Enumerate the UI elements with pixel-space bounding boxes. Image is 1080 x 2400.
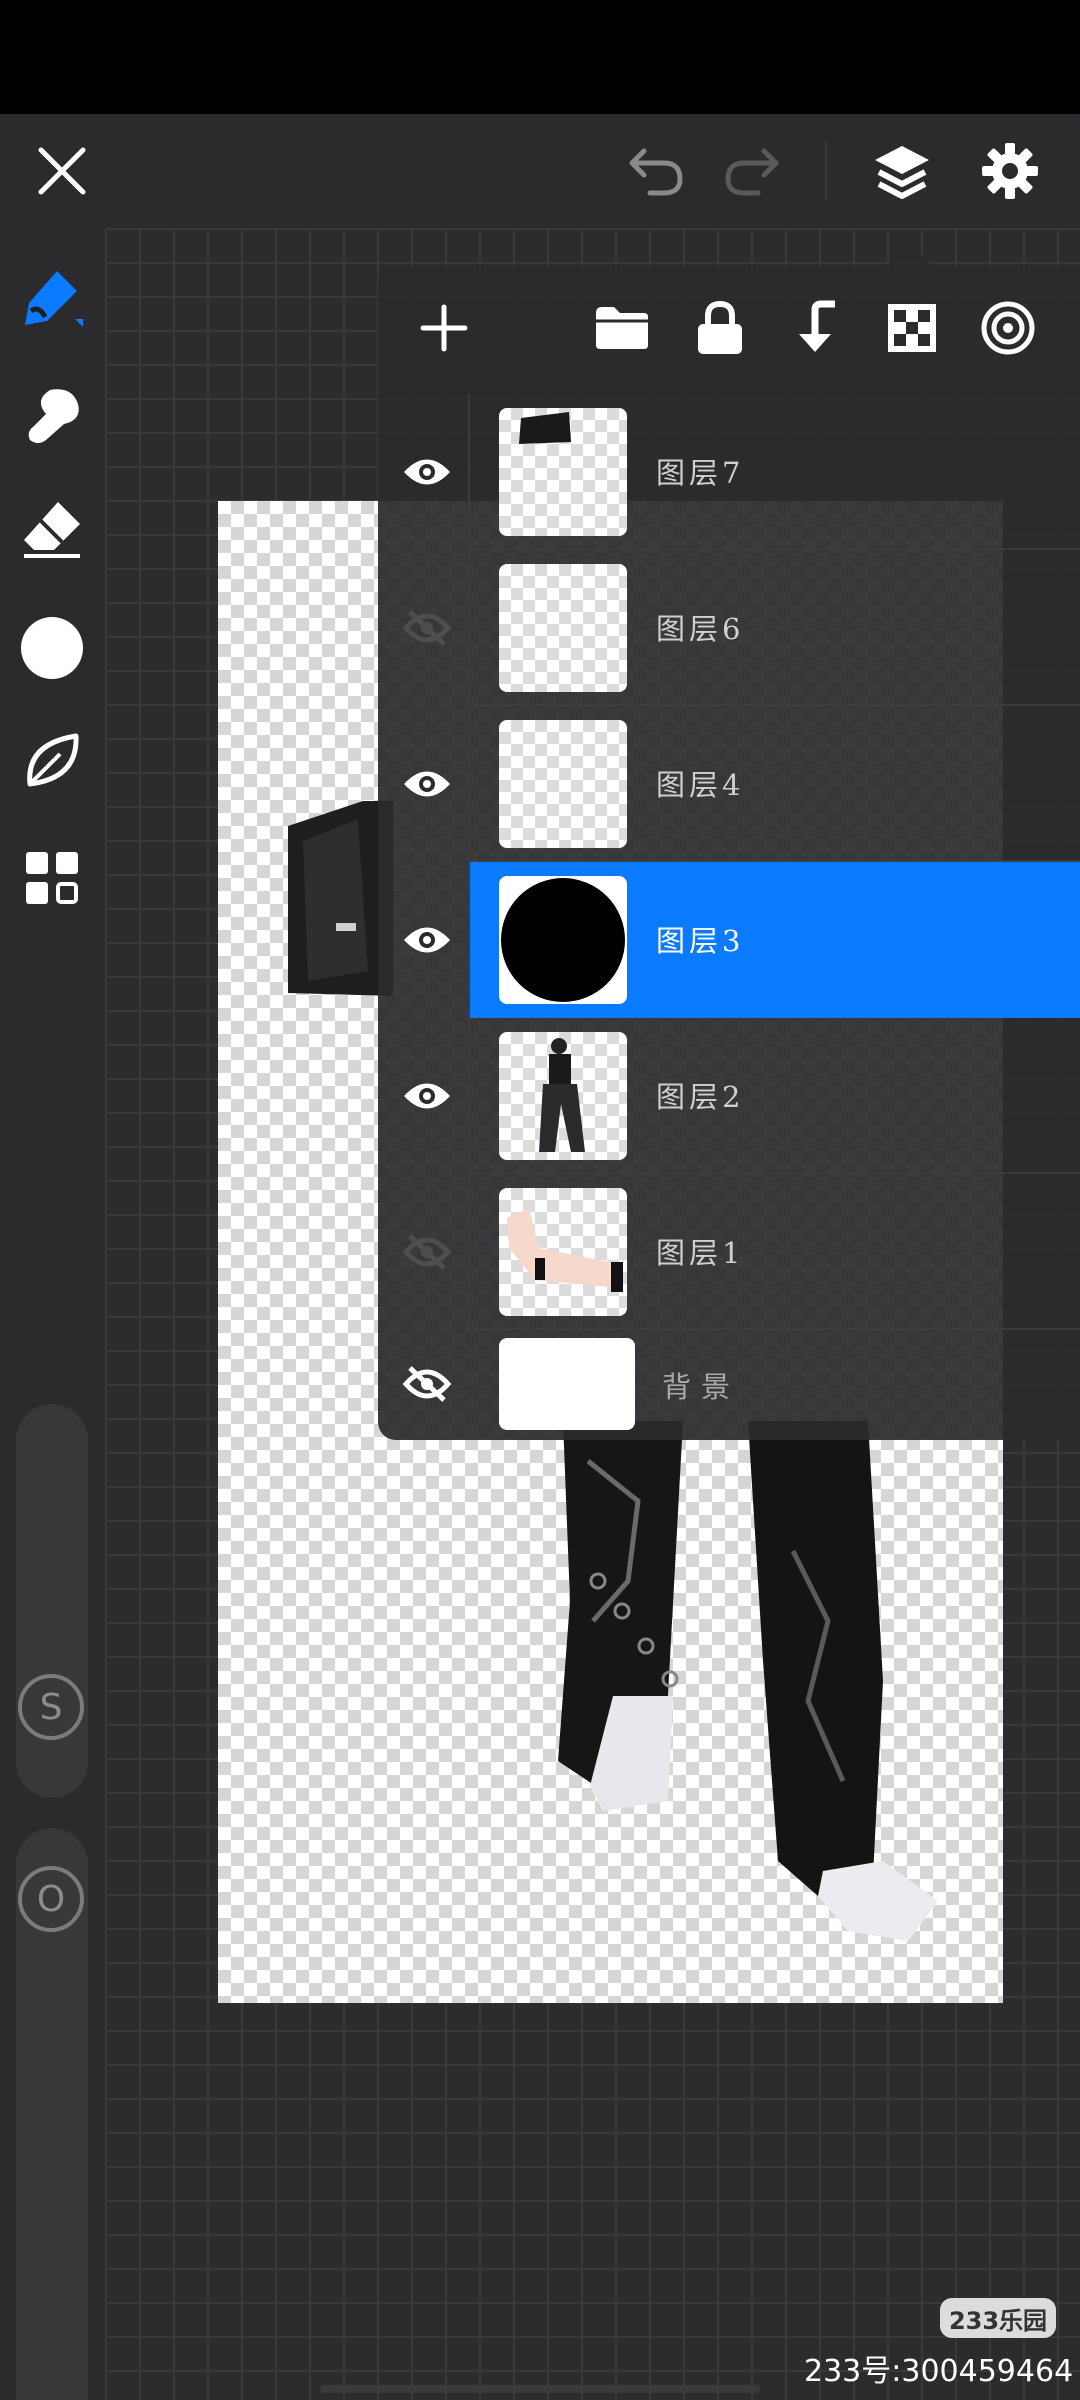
- close-icon[interactable]: [30, 139, 94, 203]
- eraser-icon[interactable]: [14, 490, 90, 566]
- layer-visibility-cell: [378, 862, 470, 1018]
- layer-row-selected[interactable]: 图层3: [378, 862, 1080, 1018]
- toolbar-divider: [825, 142, 827, 200]
- layer-name: 图层7: [656, 456, 745, 490]
- eye-icon[interactable]: [391, 908, 463, 972]
- layer-row-background[interactable]: 背景: [378, 1330, 1080, 1440]
- left-toolbar: S O: [0, 228, 105, 2400]
- layer-thumbnail: [499, 564, 627, 692]
- leaf-icon[interactable]: [14, 722, 90, 798]
- eye-hidden-icon[interactable]: [391, 1220, 463, 1284]
- undo-icon[interactable]: [624, 139, 688, 203]
- folder-icon[interactable]: [590, 296, 654, 360]
- merge-down-icon[interactable]: [784, 296, 848, 360]
- layer-name: 图层3: [656, 924, 745, 958]
- layer-visibility-cell: [378, 394, 470, 550]
- layer-thumbnail: [499, 1188, 627, 1316]
- alpha-lock-icon[interactable]: [880, 296, 944, 360]
- grid-icon[interactable]: [14, 840, 90, 916]
- opacity-slider-badge: O: [18, 1866, 84, 1932]
- home-indicator: [320, 2385, 760, 2393]
- layer-thumbnail: [499, 1032, 627, 1160]
- layer-visibility-cell: [378, 1018, 470, 1174]
- layer-name: 图层2: [656, 1080, 745, 1114]
- layer-name: 图层6: [656, 612, 745, 646]
- layer-row[interactable]: 图层1: [378, 1174, 1080, 1330]
- layer-name: 图层1: [656, 1236, 745, 1270]
- layer-row[interactable]: 图层4: [378, 706, 1080, 862]
- layer-row[interactable]: 图层2: [378, 1018, 1080, 1174]
- layer-name: 图层4: [656, 768, 745, 802]
- watermark-logo: 233乐园: [940, 2298, 1056, 2338]
- smudge-icon[interactable]: [14, 378, 90, 454]
- layer-thumbnail: [499, 408, 627, 536]
- eye-hidden-icon[interactable]: [391, 1352, 463, 1416]
- layer-visibility-cell: [378, 706, 470, 862]
- layer-visibility-cell: [378, 550, 470, 706]
- layers-panel-toolbar: [378, 266, 1080, 394]
- color-picker[interactable]: [14, 610, 90, 686]
- layer-name: 背景: [662, 1370, 741, 1404]
- top-bar: [0, 114, 1080, 228]
- thumbnail-art: [519, 412, 571, 444]
- add-layer-icon[interactable]: [412, 296, 476, 360]
- layer-thumbnail: [499, 720, 627, 848]
- layers-icon[interactable]: [870, 139, 934, 203]
- eye-icon[interactable]: [391, 440, 463, 504]
- eye-hidden-icon[interactable]: [391, 596, 463, 660]
- background-color-swatch[interactable]: [499, 1338, 635, 1430]
- settings-icon[interactable]: [978, 139, 1042, 203]
- lock-icon[interactable]: [688, 296, 752, 360]
- layer-row[interactable]: 图层7: [378, 394, 1080, 550]
- layer-visibility-cell: [378, 1174, 470, 1330]
- layer-row[interactable]: 图层6: [378, 550, 1080, 706]
- eye-icon[interactable]: [391, 1064, 463, 1128]
- watermark-text: 233号:300459464: [804, 2354, 1074, 2389]
- layer-blend-icon[interactable]: [976, 296, 1040, 360]
- thumbnail-art: [501, 878, 625, 1002]
- status-bar: [0, 0, 1080, 114]
- current-color-swatch[interactable]: [21, 617, 83, 679]
- brush-icon[interactable]: [14, 262, 90, 338]
- layer-thumbnail: [499, 876, 627, 1004]
- thumbnail-art: [507, 1208, 623, 1292]
- layers-panel: 图层7 图层6 图层4 图层3 图层2 图层1 背景: [378, 266, 1080, 1440]
- redo-icon[interactable]: [720, 139, 784, 203]
- size-slider-badge: S: [18, 1674, 84, 1740]
- layers-panel-pointer: [887, 238, 931, 266]
- eye-icon[interactable]: [391, 752, 463, 816]
- thumbnail-art: [539, 1038, 585, 1152]
